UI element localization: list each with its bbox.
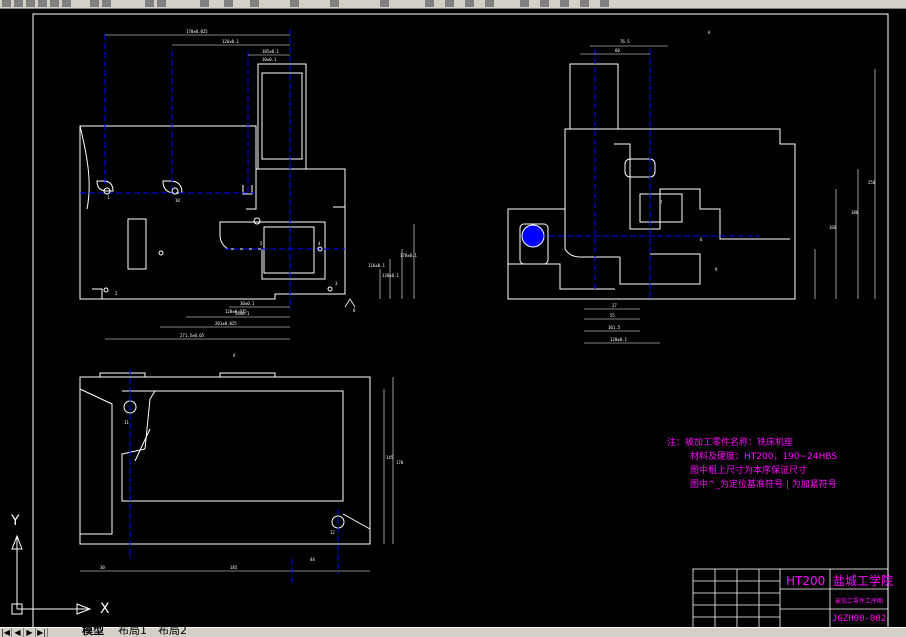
- toolbar-button[interactable]: [330, 0, 339, 7]
- toolbar: [0, 0, 906, 9]
- locating-hole: [327, 286, 333, 292]
- title-block-drawing-no: JGZH00-002: [832, 614, 886, 624]
- datum-mark-9: 9: [715, 267, 718, 272]
- title-block-drawing-name: 被加工零件工序图: [835, 597, 883, 605]
- notes-line3: 图中^_为定位基准符号 | 为加紧符号: [690, 478, 837, 490]
- datum-mark-1: 1: [107, 195, 110, 200]
- dim-bottom-width: 185: [230, 565, 238, 570]
- ucs-y-label: Y: [10, 513, 20, 529]
- toolbar-button[interactable]: [38, 0, 47, 7]
- dim-bottom-left: 30: [100, 565, 105, 570]
- datum-mark-8: 8: [353, 308, 356, 313]
- toolbar-button[interactable]: [145, 0, 154, 7]
- toolbar-button[interactable]: [445, 0, 454, 7]
- datum-mark-4: 4: [318, 241, 321, 246]
- datum-mark-3: 3: [335, 281, 338, 286]
- toolbar-button[interactable]: [520, 0, 529, 7]
- toolbar-button[interactable]: [465, 0, 474, 7]
- locating-hole: [158, 250, 164, 256]
- toolbar-button[interactable]: [290, 0, 299, 7]
- toolbar-button[interactable]: [200, 0, 209, 7]
- tab-layout2[interactable]: 布局2: [158, 625, 187, 636]
- datum-mark-12: 12: [330, 530, 335, 535]
- dim-front-right2: 178±0.1: [400, 253, 417, 258]
- dim-front-top1: 170±0.025: [186, 29, 208, 34]
- dim-front-bot4: 201±0.025: [215, 321, 237, 326]
- drawing-svg: 170±0.025 126±0.1 105±0.1 10±0.1 30±0.1 …: [10, 13, 893, 629]
- toolbar-button[interactable]: [250, 0, 259, 7]
- toolbar-button[interactable]: [2, 0, 11, 7]
- datum-mark-7: 7: [660, 200, 663, 205]
- datum-mark-5: 5: [260, 241, 263, 246]
- notes-line1: 材料及硬度：HT200，190~24HBS: [690, 450, 837, 462]
- bottom-view: [79, 372, 371, 545]
- toolbar-button[interactable]: [485, 0, 494, 7]
- bottom-view-dims: [80, 377, 394, 572]
- datum-mark-10: 10: [175, 198, 180, 203]
- dim-front-top2: 126±0.1: [222, 39, 239, 44]
- notes-line2: 图中粗上尺寸为本序保证尺寸: [690, 464, 807, 476]
- title-block-school: 盐城工学院: [833, 573, 893, 588]
- side-view-dims: [580, 45, 876, 344]
- dim-front-top4: 10±0.1: [262, 57, 277, 62]
- dim-bottom-mid: 44: [310, 557, 315, 562]
- locating-hole: [103, 287, 109, 293]
- title-block-material: HT200: [786, 574, 825, 588]
- notes-title: 注：被加工零件名称：铣床机座: [667, 436, 793, 448]
- drawing-frame: [32, 13, 889, 629]
- dim-side-bot1: 27: [612, 303, 617, 308]
- toolbar-button[interactable]: [102, 0, 111, 7]
- locating-hole: [253, 217, 261, 225]
- datum-mark-6: 6: [700, 237, 703, 242]
- front-view-dims: [105, 34, 415, 340]
- dim-side-bot2: 55: [610, 313, 615, 318]
- side-view-centerlines: [540, 49, 760, 299]
- toolbar-button[interactable]: [26, 0, 35, 7]
- dim-side-bot4: 120±0.1: [610, 337, 627, 342]
- toolbar-button[interactable]: [380, 0, 389, 7]
- toolbar-button[interactable]: [540, 0, 549, 7]
- dim-front-bot3: 120±0.025: [225, 309, 247, 314]
- dim-bottom-h2: 170: [396, 460, 404, 465]
- toolbar-button[interactable]: [157, 0, 166, 7]
- toolbar-button[interactable]: [580, 0, 589, 7]
- bottom-view-centerlines: [129, 369, 339, 584]
- side-view: [507, 63, 796, 300]
- toolbar-button[interactable]: [14, 0, 23, 7]
- dim-side-right1: 250: [868, 180, 876, 185]
- toolbar-button[interactable]: [224, 0, 233, 7]
- toolbar-button[interactable]: [600, 0, 609, 7]
- dim-front-bot5: 271.5±0.05: [180, 333, 205, 338]
- toolbar-button[interactable]: [50, 0, 59, 7]
- dim-front-right1: 116±0.1: [368, 263, 385, 268]
- dim-front-top3: 105±0.1: [262, 49, 279, 54]
- toolbar-button[interactable]: [62, 0, 71, 7]
- datum-symbol: [344, 298, 356, 308]
- ucs-icon: [11, 534, 92, 615]
- tab-model[interactable]: 模型: [82, 625, 104, 636]
- dim-front-right3: 138±0.1: [382, 273, 399, 278]
- toolbar-button[interactable]: [425, 0, 434, 7]
- front-view: [79, 63, 346, 300]
- datum-mark-2: 2: [115, 291, 118, 296]
- ucs-x-label: X: [100, 601, 110, 617]
- dim-side-bot3: 101.5: [608, 325, 621, 330]
- dim-front-bot1: 30±0.1: [240, 301, 255, 306]
- dim-side-top1: 76.5: [620, 39, 630, 44]
- dim-bottom-h1: 145: [386, 455, 394, 460]
- view-label-front: A: [233, 353, 236, 358]
- tab-layout1[interactable]: 布局1: [118, 625, 147, 636]
- toolbar-button[interactable]: [90, 0, 99, 7]
- dim-side-top2: 60: [615, 48, 620, 53]
- dim-side-right3: 160: [829, 225, 837, 230]
- datum-mark-11: 11: [124, 420, 129, 425]
- drawing-canvas[interactable]: 170±0.025 126±0.1 105±0.1 10±0.1 30±0.1 …: [0, 9, 906, 629]
- view-label-side: A: [708, 30, 711, 35]
- toolbar-button[interactable]: [560, 0, 569, 7]
- dim-side-right2: 180: [851, 210, 859, 215]
